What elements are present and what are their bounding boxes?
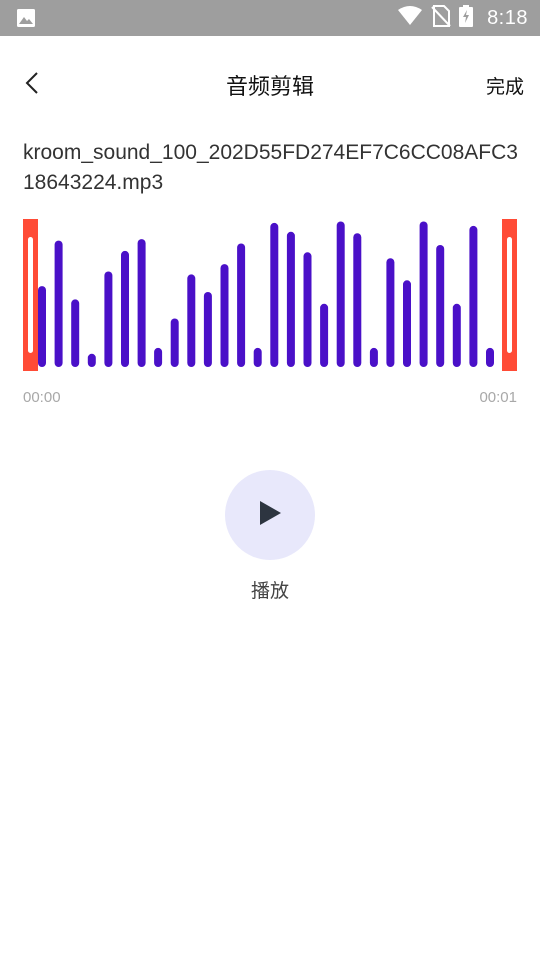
- status-time: 8:18: [487, 6, 528, 29]
- waveform-editor[interactable]: [23, 219, 517, 371]
- waveform-bar: [170, 318, 179, 367]
- trim-handle-right[interactable]: [502, 219, 517, 371]
- waveform-bar: [452, 303, 461, 367]
- waveform-bar: [38, 286, 46, 367]
- waveform-bar: [121, 250, 129, 367]
- status-icons: 8:18: [389, 0, 528, 36]
- waveform-bar: [386, 258, 395, 367]
- play-label: 播放: [250, 580, 289, 602]
- trim-handle-left-grip: [28, 237, 33, 353]
- waveform-bar: [419, 221, 428, 367]
- done-button[interactable]: 完成: [486, 72, 524, 99]
- waveform-bar: [303, 252, 312, 367]
- time-start: 00:00: [23, 389, 61, 406]
- waveform-bar: [87, 353, 96, 367]
- play-icon: [257, 499, 283, 531]
- waveform-bar: [369, 347, 378, 367]
- waveform-bar: [220, 264, 229, 367]
- waveform-bar: [187, 274, 196, 367]
- waveform-bar: [270, 222, 279, 367]
- waveform-bar: [286, 231, 295, 367]
- waveform-bar: [253, 347, 262, 367]
- waveform-bar: [336, 221, 345, 367]
- waveform-bar: [71, 299, 80, 367]
- waveform-bar: [486, 347, 494, 367]
- play-button[interactable]: [225, 470, 315, 560]
- page-title: 音频剪辑: [225, 75, 314, 100]
- waveform-bar: [320, 303, 329, 367]
- trim-handle-left[interactable]: [23, 219, 38, 371]
- app-bar: 音频剪辑 完成: [0, 36, 540, 132]
- waveform-bar: [203, 292, 212, 367]
- waveform-bar: [403, 280, 411, 367]
- waveform-bar: [154, 347, 163, 367]
- image-icon: [16, 8, 36, 32]
- time-end: 00:01: [479, 389, 517, 406]
- waveform-bar: [104, 271, 113, 367]
- battery-charging-icon: [451, 5, 474, 31]
- no-sim-icon: [423, 5, 451, 31]
- waveform-bar: [137, 239, 146, 367]
- waveform-bar: [469, 225, 478, 367]
- file-name: kroom_sound_100_202D55FD274EF7C6CC08AFC3…: [23, 141, 518, 194]
- waveform-bar: [353, 233, 362, 367]
- wifi-icon: [389, 6, 423, 30]
- status-bar: 8:18: [0, 0, 540, 36]
- trim-handle-right-grip: [507, 237, 512, 353]
- waveform-bar: [237, 243, 246, 367]
- waveform-bar: [436, 245, 445, 367]
- waveform-bar: [54, 240, 63, 367]
